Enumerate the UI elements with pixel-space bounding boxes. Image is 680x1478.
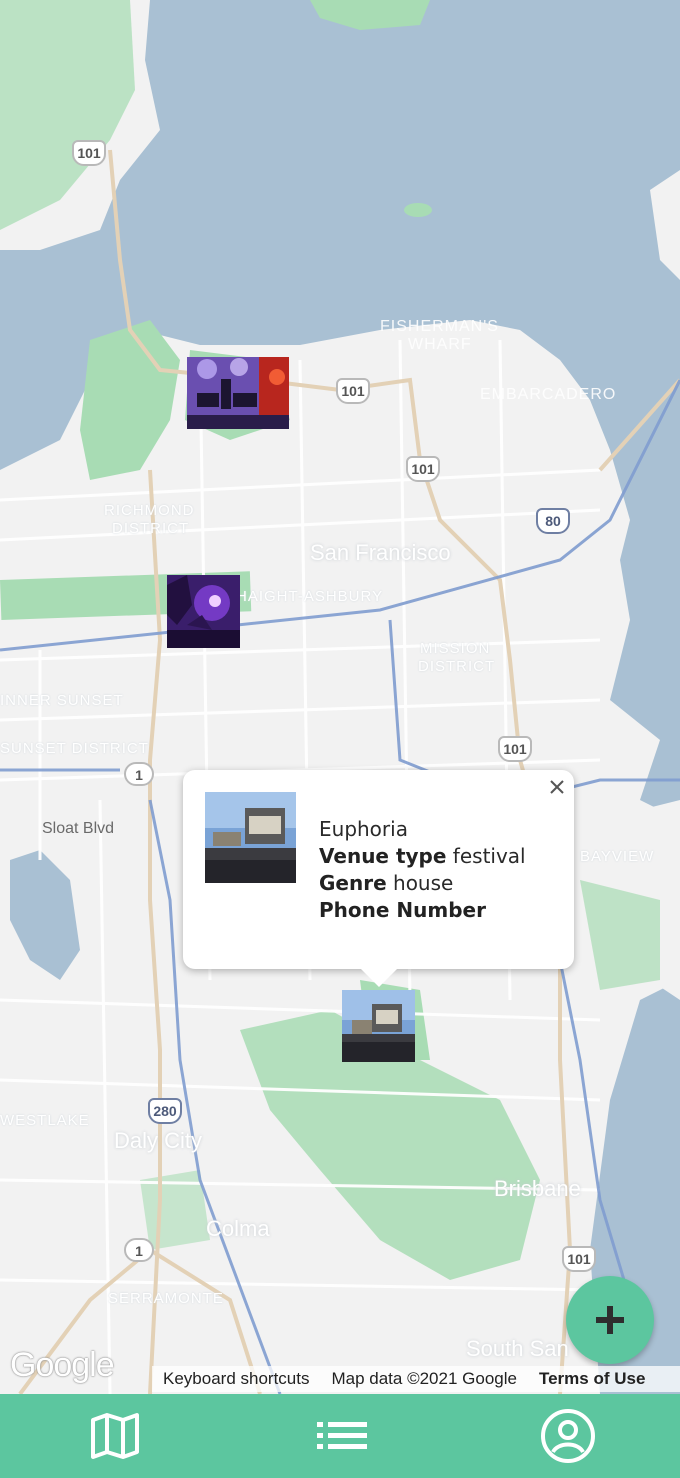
genre-value: house [393,871,454,895]
venue-type-label: Venue type [319,844,447,868]
club-purple-photo [167,575,240,648]
shield-101-van-ness: 101 [406,456,440,482]
map-data-text: Map data ©2021 Google [331,1369,517,1388]
venue-type-value: festival [452,844,526,868]
close-icon[interactable] [546,776,568,798]
shield-80: 80 [536,508,570,534]
nav-account-button[interactable] [540,1409,596,1463]
phone-row: Phone Number [319,897,526,924]
keyboard-shortcuts-link[interactable]: Keyboard shortcuts [163,1369,309,1389]
shield-101-marina: 101 [336,378,370,404]
festival-photo [342,990,415,1062]
shield-101-brisbane: 101 [562,1246,596,1272]
account-icon [541,1409,595,1463]
popup-thumbnail [205,792,296,883]
genre-row: Genre house [319,870,526,897]
bottom-nav [0,1394,680,1478]
phone-label: Phone Number [319,898,486,922]
terms-of-use-link[interactable]: Terms of Use [539,1369,645,1389]
shield-1-south: 1 [124,1238,154,1262]
shield-280: 280 [148,1098,182,1124]
map-base [0,0,680,1394]
venue-type-row: Venue type festival [319,843,526,870]
marker-club-purple[interactable] [167,575,240,648]
map-icon [91,1413,139,1459]
shield-101-north: 101 [72,140,106,166]
venue-name: Euphoria [319,817,408,841]
nav-map-button[interactable] [87,1410,143,1462]
add-venue-button[interactable] [566,1276,654,1364]
map-attribution: Keyboard shortcuts Map data ©2021 Google… [152,1366,680,1392]
shield-1-sunset: 1 [124,762,154,786]
google-logo: Google [10,1346,115,1384]
list-icon [317,1422,367,1449]
venue-info-popup: Euphoria Venue type festival Genre house… [183,770,574,987]
map-view[interactable]: FISHERMAN'S WHARF EMBARCADERO RICHMOND D… [0,0,680,1394]
concert-stage-photo [187,357,289,429]
nav-list-button[interactable] [314,1410,370,1462]
marker-euphoria[interactable] [342,990,415,1062]
genre-label: Genre [319,871,387,895]
marker-concert-stage[interactable] [187,357,289,429]
shield-101-south: 101 [498,736,532,762]
popup-details: Euphoria Venue type festival Genre house… [319,816,526,924]
plus-icon [596,1306,624,1334]
